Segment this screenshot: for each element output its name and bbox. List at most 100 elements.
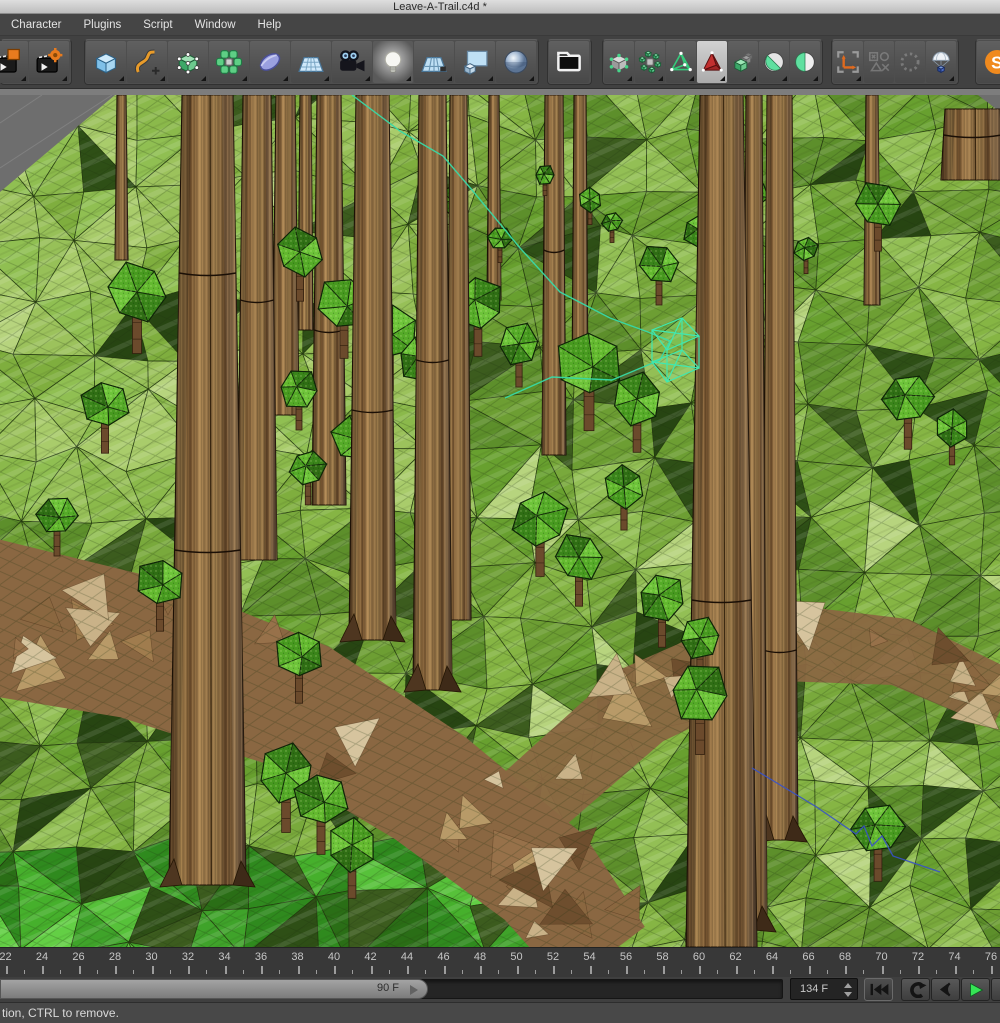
- toolbar-button-array[interactable]: [728, 41, 758, 83]
- ruler-frame-number: 76: [984, 951, 998, 963]
- toolbar-button-atom-array[interactable]: [635, 41, 665, 83]
- toolbar-button-stage-grid[interactable]: [414, 41, 454, 83]
- play-forward-button[interactable]: [961, 978, 990, 1001]
- ruler-tick: [607, 970, 609, 974]
- ruler-frame-number: 36: [254, 951, 268, 963]
- ruler-frame-number: 66: [802, 951, 815, 963]
- menu-item-help[interactable]: Help: [247, 14, 293, 36]
- menu-item-plugins[interactable]: Plugins: [73, 14, 133, 36]
- window-title: Leave-A-Trail.c4d *: [393, 1, 487, 13]
- ruler-frame-number: 44: [400, 951, 414, 963]
- toolbar-button-bend-deformer[interactable]: [697, 41, 727, 83]
- toolbar-group-2: [546, 39, 592, 85]
- ruler-tick: [735, 966, 738, 974]
- toolbar-button-workplane-axis[interactable]: [833, 41, 863, 83]
- ruler-tick: [78, 966, 81, 974]
- ruler-frame-number: 28: [108, 951, 122, 963]
- toolbar-button-content-browser[interactable]: [549, 41, 589, 83]
- ruler-tick: [370, 966, 373, 974]
- ruler-tick: [589, 966, 592, 974]
- stepper-icon[interactable]: [844, 983, 852, 997]
- ruler-tick: [352, 970, 354, 974]
- play-backward-button[interactable]: [931, 978, 960, 1001]
- toolbar-group-1: [83, 39, 539, 85]
- timeline-handle[interactable]: 90 F: [0, 979, 428, 999]
- content-browser-icon: [554, 47, 584, 77]
- ruler-tick: [206, 970, 208, 974]
- ruler-tick: [918, 966, 920, 974]
- toolbar-group-4: [830, 39, 959, 85]
- toolbar-button-editable-mesh[interactable]: [168, 41, 208, 83]
- viewport-canvas[interactable]: [0, 95, 1000, 947]
- next-frame-button[interactable]: [991, 978, 1000, 1001]
- ruler-tick: [845, 966, 847, 974]
- ruler-frame-number: 64: [765, 951, 779, 963]
- render-settings-icon: [34, 47, 64, 77]
- ruler-frame-number: 60: [692, 951, 706, 963]
- end-frame-value: 134 F: [800, 983, 829, 995]
- ruler-tick: [261, 966, 263, 974]
- ruler-tick: [5, 966, 8, 974]
- ruler-tick: [297, 966, 300, 974]
- toolbar-button-sky[interactable]: [455, 41, 495, 83]
- ruler-tick: [626, 966, 628, 974]
- next-frame-icon: [994, 982, 1000, 997]
- toolbar-button-spline-pen[interactable]: [127, 41, 167, 83]
- toolbar-button-mograph-cluster[interactable]: [209, 41, 249, 83]
- stage-grid-icon: [419, 47, 449, 77]
- toolbar-button-boole-sphere[interactable]: [759, 41, 789, 83]
- title-bar: Leave-A-Trail.c4d *: [0, 0, 1000, 14]
- go-to-start-button[interactable]: [864, 978, 893, 1001]
- snap-modes-icon: [866, 49, 892, 75]
- ruler-tick: [133, 970, 135, 974]
- ruler-frame-number: 34: [218, 951, 231, 963]
- ruler-tick: [753, 970, 755, 974]
- ruler-tick: [826, 970, 828, 974]
- ruler-tick: [443, 966, 446, 974]
- ruler-tick: [772, 966, 774, 974]
- timeline-slider-row: 90 F 134 F: [0, 977, 1000, 1002]
- toolbar-button-sketchfab[interactable]: S: [977, 41, 1000, 83]
- toolbar-group-3: [601, 39, 823, 85]
- toolbar-button-snap-modes[interactable]: [864, 41, 894, 83]
- ruler-tick: [790, 970, 792, 974]
- toolbar-button-environment-sphere[interactable]: [496, 41, 536, 83]
- ruler-tick: [936, 970, 938, 974]
- toolbar-button-render-picture-viewer[interactable]: [0, 41, 28, 83]
- menu-item-script[interactable]: Script: [132, 14, 183, 36]
- ruler-tick: [699, 966, 701, 974]
- toolbar-group-5: S: [974, 39, 1000, 85]
- subdivision-surface-icon: [606, 49, 632, 75]
- toolbar-button-quantize-ring[interactable]: [895, 41, 925, 83]
- ruler-tick: [991, 966, 993, 974]
- ruler-tick: [516, 966, 519, 974]
- ruler-tick: [224, 966, 227, 974]
- ruler-tick: [334, 966, 336, 974]
- toolbar-button-wrap-cage[interactable]: [666, 41, 696, 83]
- viewport[interactable]: [0, 95, 1000, 947]
- toolbar-button-floor[interactable]: [291, 41, 331, 83]
- toolbar-button-dynamics-parachute[interactable]: [926, 41, 956, 83]
- ruler-tick: [498, 970, 500, 974]
- toolbar-button-symmetry-sphere[interactable]: [790, 41, 820, 83]
- toolbar-button-render-settings[interactable]: [29, 41, 69, 83]
- timeline-ruler[interactable]: 22 24 26 28 30 32 34 36 38 40 42 44 46 48 50 52 54 56 58 60…: [0, 947, 1000, 977]
- bend-deformer-icon: [699, 49, 725, 75]
- toolbar-button-lens[interactable]: [250, 41, 290, 83]
- toolbar-button-camera[interactable]: [332, 41, 372, 83]
- toolbar-button-light[interactable]: [373, 41, 413, 83]
- primitive-cube-icon: [91, 47, 121, 77]
- ruler-tick: [553, 966, 555, 974]
- transport-controls: [864, 977, 1000, 1002]
- menu-item-window[interactable]: Window: [184, 14, 247, 36]
- menu-item-character[interactable]: Character: [0, 14, 73, 36]
- end-frame-field[interactable]: 134 F: [790, 978, 858, 1000]
- toolbar-button-primitive-cube[interactable]: [86, 41, 126, 83]
- ruler-frame-number: 70: [875, 951, 888, 963]
- loop-playback-button[interactable]: [901, 978, 930, 1001]
- ruler-tick: [96, 970, 98, 974]
- mograph-cluster-icon: [214, 47, 244, 77]
- ruler-frame-number: 72: [911, 951, 925, 963]
- spline-pen-icon: [132, 47, 162, 77]
- toolbar-button-subdivision-surface[interactable]: [604, 41, 634, 83]
